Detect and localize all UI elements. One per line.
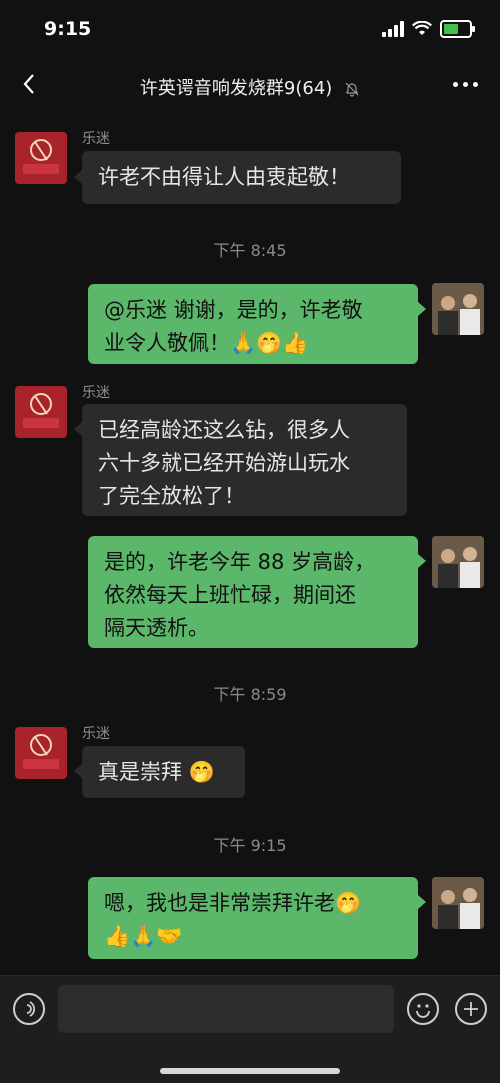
battery-icon <box>440 20 475 38</box>
avatar[interactable] <box>15 132 67 184</box>
message-input[interactable] <box>58 985 394 1033</box>
signal-icon <box>382 21 404 37</box>
message-bubble[interactable]: 是的，许老今年 88 岁高龄， 依然每天上班忙碌，期间还 隔天透析。 <box>88 536 418 648</box>
home-indicator <box>160 1068 340 1074</box>
avatar[interactable] <box>432 877 484 929</box>
timestamp: 下午 8:45 <box>213 241 287 260</box>
avatar[interactable] <box>15 386 67 438</box>
message-bubble[interactable]: 许老不由得让人由衷起敬！ <box>82 151 401 204</box>
beats-logo-icon <box>23 734 59 769</box>
sender-name: 乐迷 <box>82 131 110 147</box>
sender-name: 乐迷 <box>82 385 110 401</box>
beats-logo-icon <box>23 393 59 428</box>
chat-title-text: 许英谔音响发烧群9(64) <box>139 78 333 99</box>
message-bubble[interactable]: @乐迷 谢谢，是的，许老敬 业令人敬佩！🙏🤭👍 <box>88 284 418 364</box>
voice-icon[interactable] <box>13 993 45 1025</box>
timestamp: 下午 8:59 <box>213 685 287 704</box>
timestamp: 下午 9:15 <box>213 836 287 855</box>
user-photo-icon <box>432 283 484 335</box>
status-bar: 9:15 <box>0 0 500 60</box>
more-icon[interactable] <box>453 82 478 87</box>
message-bubble[interactable]: 已经高龄还这么钻，很多人 六十多就已经开始游山玩水 了完全放松了！ <box>82 404 407 516</box>
message-bubble[interactable]: 嗯，我也是非常崇拜许老🤭 👍🙏🤝 <box>88 877 418 959</box>
user-photo-icon <box>432 877 484 929</box>
chat-title: 许英谔音响发烧群9(64) <box>0 74 500 100</box>
avatar[interactable] <box>432 536 484 588</box>
emoji-icon[interactable] <box>407 993 439 1025</box>
chat-header: 许英谔音响发烧群9(64) <box>0 60 500 112</box>
bell-off-icon <box>345 82 359 97</box>
sender-name: 乐迷 <box>82 726 110 742</box>
wifi-icon <box>412 21 432 35</box>
status-time: 9:15 <box>44 18 92 40</box>
plus-icon[interactable] <box>455 993 487 1025</box>
avatar[interactable] <box>15 727 67 779</box>
avatar[interactable] <box>432 283 484 335</box>
beats-logo-icon <box>23 139 59 174</box>
status-icons <box>382 20 475 38</box>
user-photo-icon <box>432 536 484 588</box>
message-bubble[interactable]: 真是崇拜 🤭 <box>82 746 245 798</box>
message-composer <box>0 975 500 1083</box>
